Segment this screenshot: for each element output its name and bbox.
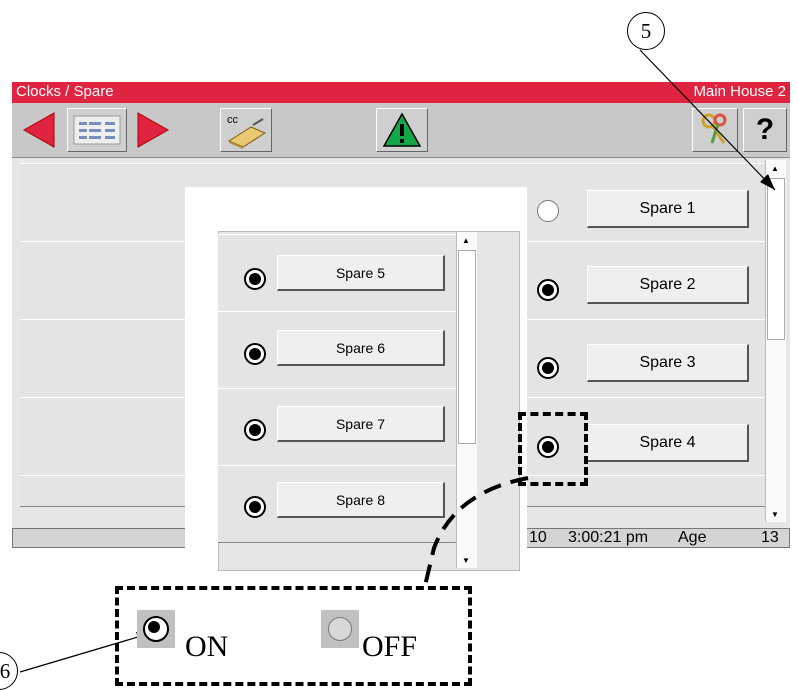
callout-6-number: 6	[0, 658, 11, 683]
radio-legend-box: ON OFF	[115, 586, 472, 686]
legend-off-label: OFF	[362, 630, 418, 663]
connector-dashed-curve	[422, 476, 529, 591]
legend-on-label: ON	[185, 630, 229, 663]
callout-5-leader	[639, 49, 776, 191]
legend-on-radio	[143, 616, 169, 642]
legend-off-swatch	[321, 610, 359, 648]
legend-off-radio	[328, 617, 352, 641]
legend-on-swatch	[137, 610, 175, 648]
